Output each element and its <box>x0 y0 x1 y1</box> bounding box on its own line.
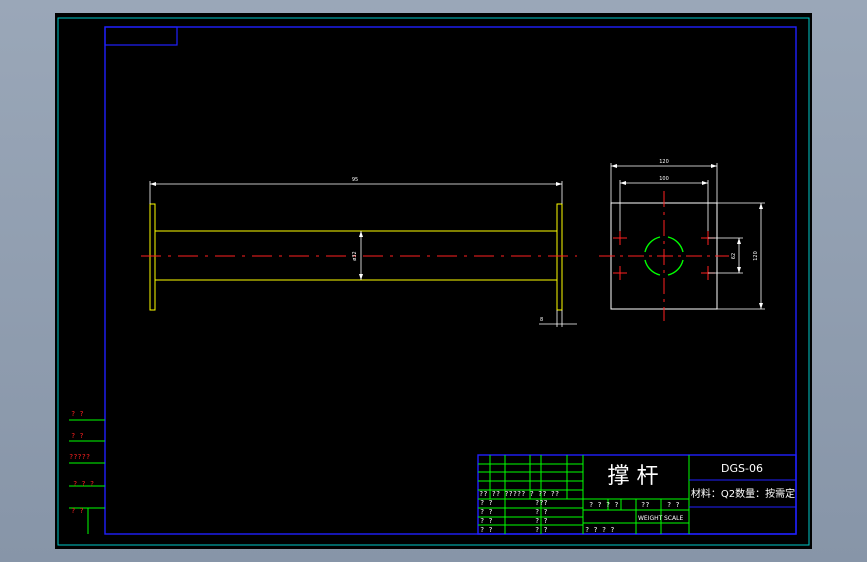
flange-height-text: 120 <box>753 251 759 261</box>
tb-row1-left: ? ? <box>480 499 493 507</box>
tb-mid-row1-b: ?? <box>641 501 649 509</box>
drawing-number: DGS-06 <box>721 462 763 475</box>
side-table-row-3: ????? <box>69 453 90 461</box>
cad-viewport: 95 ø32 8 120 100 120 62 ? ? ? ? ????? ? … <box>0 0 867 562</box>
right-flange <box>556 203 563 311</box>
side-table-row-1: ? ? <box>71 410 84 418</box>
tb-mid-row1-c: ? ? <box>667 501 680 509</box>
flange-width-text: 120 <box>659 159 669 165</box>
bore-arc-tl <box>644 236 661 253</box>
bore-arc-bl <box>644 259 661 276</box>
dia-dim-text: ø32 <box>352 251 358 260</box>
length-arrow-right <box>556 182 562 186</box>
tb-row2-left: ? ? <box>480 508 493 516</box>
side-view <box>141 181 577 327</box>
bolt-spacing-text: 100 <box>659 176 669 182</box>
length-dim-text: 95 <box>352 177 358 183</box>
weight-label: WEIGHT <box>638 515 663 522</box>
tb-row3-left: ? ? <box>480 517 493 525</box>
bore-arc-br <box>667 259 684 276</box>
outer-frame <box>57 17 810 546</box>
drawing-sheet[interactable]: 95 ø32 8 120 100 120 62 ? ? ? ? ????? ? … <box>55 13 812 549</box>
bore-arc-tr <box>667 236 684 253</box>
end-view <box>599 163 765 321</box>
drawing-svg: 95 ø32 8 120 100 120 62 ? ? ? ? ????? ? … <box>57 17 810 546</box>
tb-mid-row1: ? ? ? ? <box>589 501 619 509</box>
left-flange <box>149 203 156 311</box>
tb-row3-mid: ? ? <box>535 517 548 525</box>
bolt-vertical-text: 62 <box>731 253 737 259</box>
tb-bottom-row: ? ? ? ? <box>585 526 615 534</box>
dia-arrow-bottom <box>359 274 363 280</box>
thk-dim-text: 8 <box>540 317 543 323</box>
tb-row1-mid: ??? <box>535 499 548 507</box>
part-name: 撑 杆 <box>608 464 659 489</box>
side-table-row-4: ? ? ? <box>73 480 94 488</box>
tb-row4-left: ? ? <box>480 526 493 534</box>
dia-arrow-top <box>359 231 363 237</box>
tb-row4-mid: ? ? <box>535 526 548 534</box>
scale-label: SCALE <box>664 515 683 522</box>
tb-header-left: ?? ?? ????? ? ?? ?? <box>479 490 559 498</box>
tb-row2-mid: ? ? <box>535 508 548 516</box>
corner-box <box>104 26 178 46</box>
material-quantity: 材料：Q2数量：按需定 <box>691 487 795 500</box>
side-table-row-2: ? ? <box>71 432 84 440</box>
side-table-row-5: ? ? <box>71 507 84 515</box>
length-arrow-left <box>150 182 156 186</box>
